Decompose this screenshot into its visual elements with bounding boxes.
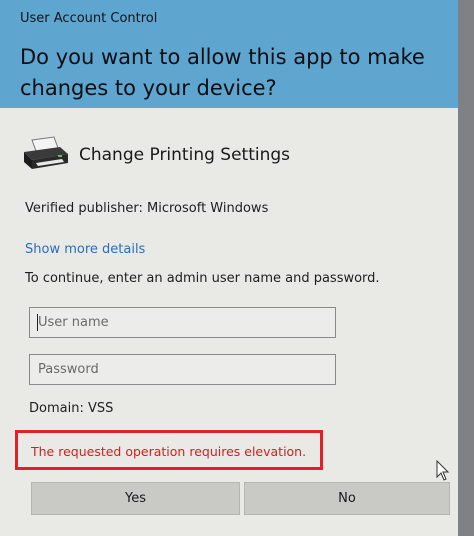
error-message: The requested operation requires elevati… — [31, 444, 307, 459]
app-name: Change Printing Settings — [79, 145, 291, 165]
window-edge — [458, 0, 474, 536]
uac-dialog: User Account Control Do you want to allo… — [0, 0, 474, 536]
no-button[interactable]: No — [244, 482, 450, 515]
window-title: User Account Control — [20, 11, 158, 26]
mouse-pointer-icon — [436, 460, 450, 481]
prompt-question: Do you want to allow this app to make ch… — [20, 45, 425, 100]
publisher-label: Verified publisher: Microsoft Windows — [25, 201, 269, 216]
credentials-instruction: To continue, enter an admin user name an… — [25, 271, 380, 286]
domain-label: Domain: VSS — [29, 401, 114, 416]
username-input[interactable] — [29, 307, 336, 338]
text-cursor — [37, 314, 38, 331]
yes-button[interactable]: Yes — [31, 482, 240, 515]
printer-icon — [24, 136, 68, 169]
password-input[interactable] — [29, 354, 336, 385]
show-more-details-link[interactable]: Show more details — [25, 242, 145, 257]
